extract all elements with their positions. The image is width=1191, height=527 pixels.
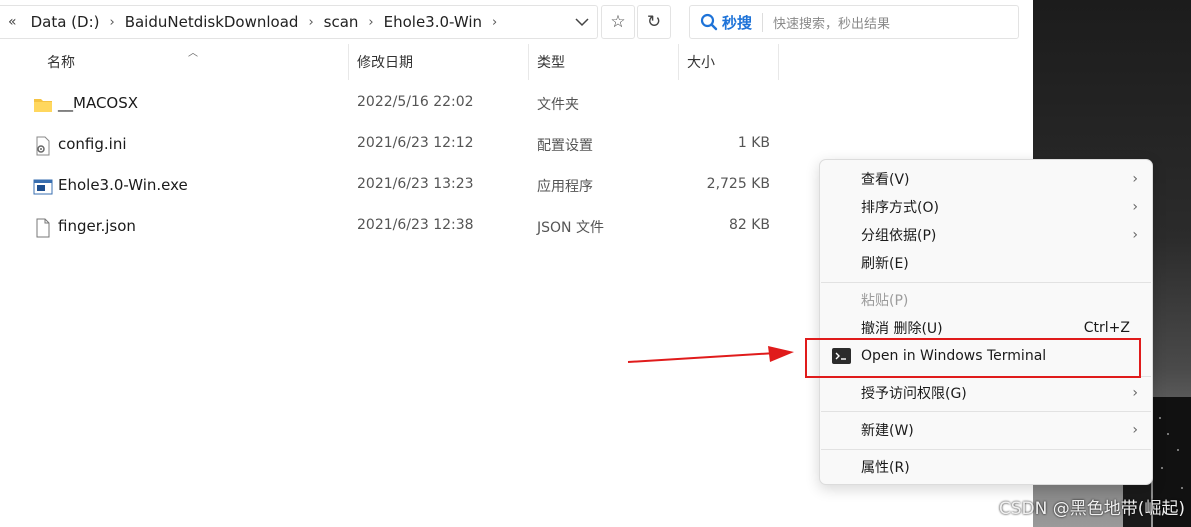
file-row[interactable]: finger.json 2021/6/23 12:38 JSON 文件 82 K… (0, 207, 800, 248)
chevron-right-icon[interactable]: › (366, 15, 375, 30)
file-name: Ehole3.0-Win.exe (58, 176, 188, 194)
file-size: 2,725 KB (706, 176, 770, 192)
favorite-button[interactable]: ☆ (601, 5, 635, 39)
file-modified: 2021/6/23 12:12 (357, 135, 474, 151)
file-type: 配置设置 (537, 138, 593, 154)
file-size: 82 KB (728, 217, 770, 233)
chevron-down-icon (575, 17, 589, 26)
column-name-label: 名称 (47, 55, 75, 71)
chevron-right-icon[interactable]: › (306, 15, 315, 30)
file-size: 1 KB (737, 135, 770, 151)
column-name[interactable]: 名称 (39, 44, 349, 80)
search-icon (700, 13, 718, 31)
menu-item-label: 粘贴(P) (861, 293, 909, 309)
menu-item-label: 撤消 删除(U) (861, 321, 943, 337)
column-type-label: 类型 (537, 55, 565, 71)
menu-item-group-by[interactable]: 分组依据(P) › (820, 221, 1152, 249)
menu-divider (821, 282, 1151, 283)
column-modified-label: 修改日期 (357, 55, 413, 71)
menu-item-label: 分组依据(P) (861, 228, 937, 244)
search-input[interactable]: 快速搜索，秒出结果 (762, 12, 890, 32)
menu-item-paste[interactable]: 粘贴(P) (820, 286, 1152, 314)
menu-item-new[interactable]: 新建(W) › (820, 416, 1152, 444)
chevron-right-icon: › (1132, 422, 1138, 438)
refresh-button[interactable]: ↻ (637, 5, 671, 39)
file-row[interactable]: __MACOSX 2022/5/16 22:02 文件夹 (0, 84, 800, 125)
column-modified[interactable]: 修改日期 (349, 44, 529, 80)
breadcrumb-scan[interactable]: scan (316, 13, 367, 31)
chevron-right-icon: › (1132, 385, 1138, 401)
file-name: config.ini (58, 135, 127, 153)
menu-item-give-access[interactable]: 授予访问权限(G) › (820, 379, 1152, 407)
menu-item-label: 属性(R) (861, 460, 910, 476)
file-type: JSON 文件 (537, 220, 604, 236)
menu-item-refresh[interactable]: 刷新(E) (820, 249, 1152, 277)
search-box[interactable]: 秒搜 快速搜索，秒出结果 (689, 5, 1019, 39)
file-row[interactable]: Ehole3.0-Win.exe 2021/6/23 13:23 应用程序 2,… (0, 166, 800, 207)
menu-divider (821, 411, 1151, 412)
menu-item-view[interactable]: 查看(V) › (820, 165, 1152, 193)
column-size-label: 大小 (687, 55, 715, 71)
refresh-icon: ↻ (646, 12, 662, 32)
breadcrumb-drive[interactable]: Data (D:) (23, 13, 108, 31)
chevron-right-icon: › (1132, 227, 1138, 243)
file-type: 应用程序 (537, 179, 593, 195)
double-chevron-left-icon[interactable]: « (0, 14, 23, 30)
context-menu: 查看(V) › 排序方式(O) › 分组依据(P) › 刷新(E) 粘贴(P) … (819, 159, 1153, 485)
config-file-icon (36, 136, 50, 156)
file-name: finger.json (58, 217, 136, 235)
annotation-highlight-box (805, 338, 1141, 378)
chevron-right-icon: › (1132, 171, 1138, 187)
chevron-right-icon[interactable]: › (490, 15, 499, 30)
file-name: __MACOSX (58, 94, 139, 112)
file-modified: 2021/6/23 13:23 (357, 176, 474, 192)
exe-file-icon (33, 179, 53, 195)
column-size[interactable]: 大小 (679, 44, 779, 80)
menu-item-shortcut: Ctrl+Z (1083, 320, 1130, 336)
annotation-arrow-icon (627, 346, 794, 363)
search-label: 秒搜 (722, 13, 753, 32)
file-row[interactable]: config.ini 2021/6/23 12:12 配置设置 1 KB (0, 125, 800, 166)
menu-divider (821, 449, 1151, 450)
file-type: 文件夹 (537, 97, 579, 113)
column-header: ︿ 名称 修改日期 类型 大小 (0, 44, 1033, 80)
breadcrumb-ehole[interactable]: Ehole3.0-Win (376, 13, 490, 31)
explorer-toolbar: « Data (D:) › BaiduNetdiskDownload › sca… (0, 0, 1033, 44)
star-icon: ☆ (610, 12, 626, 32)
address-dropdown-button[interactable] (566, 5, 598, 39)
watermark: CSDN @黑色地带(崛起) (998, 499, 1185, 519)
address-bar[interactable]: « Data (D:) › BaiduNetdiskDownload › sca… (0, 5, 598, 39)
menu-item-sort-by[interactable]: 排序方式(O) › (820, 193, 1152, 221)
file-modified: 2022/5/16 22:02 (357, 94, 474, 110)
file-modified: 2021/6/23 12:38 (357, 217, 474, 233)
column-type[interactable]: 类型 (529, 44, 679, 80)
menu-item-properties[interactable]: 属性(R) (820, 453, 1152, 481)
folder-icon (34, 99, 52, 112)
menu-item-label: 查看(V) (861, 172, 910, 188)
menu-item-label: 授予访问权限(G) (861, 386, 967, 402)
breadcrumb-baidunetdisk[interactable]: BaiduNetdiskDownload (117, 13, 307, 31)
chevron-right-icon[interactable]: › (107, 15, 116, 30)
chevron-right-icon: › (1132, 199, 1138, 215)
menu-item-label: 刷新(E) (861, 256, 909, 272)
menu-item-label: 排序方式(O) (861, 200, 939, 216)
document-icon (36, 218, 50, 238)
menu-item-label: 新建(W) (861, 423, 914, 439)
